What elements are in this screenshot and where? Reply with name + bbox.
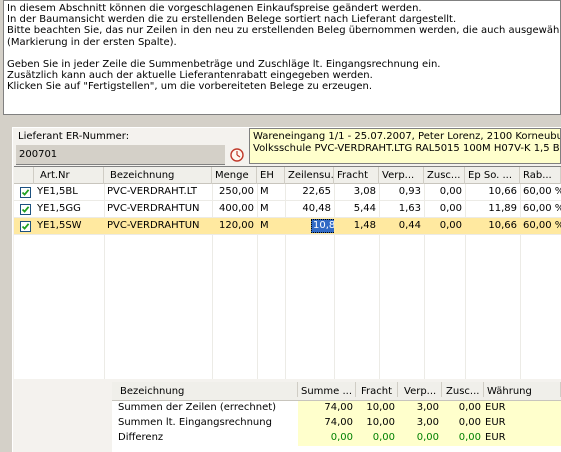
clock-icon[interactable] <box>229 147 245 163</box>
summary-verp: 0,00 <box>398 431 442 446</box>
summary-fracht: 0,00 <box>356 431 398 446</box>
header-bezeichnung[interactable]: Bezeichnung <box>104 167 212 184</box>
cell-verp[interactable]: 0,44 <box>379 218 424 235</box>
receipt-description: Wareneingang 1/1 - 25.07.2007, Peter Lor… <box>249 128 561 164</box>
cell-menge[interactable]: 250,00 <box>212 184 257 201</box>
cell-fracht[interactable]: 5,44 <box>334 201 379 218</box>
cell-rab[interactable]: 60,00 % <box>520 184 561 201</box>
items-grid: Art.Nr Bezeichnung Menge EH Zeilensu... … <box>14 166 561 379</box>
cell-art-nr[interactable]: YE1,5BL <box>34 184 104 201</box>
cell-zusc[interactable]: 0,00 <box>424 184 465 201</box>
header-zusc[interactable]: Zusc... <box>424 167 465 184</box>
header-verp[interactable]: Verp... <box>379 167 424 184</box>
summary-header-waehrung[interactable]: Währung <box>484 382 561 397</box>
header-zeilensumme[interactable]: Zeilensu... <box>285 167 334 184</box>
summary-zusc: 0,00 <box>442 401 484 416</box>
supplier-invoice-number-field[interactable]: 200701 <box>16 145 225 165</box>
header-menge[interactable]: Menge <box>212 167 257 184</box>
zeilensumme-edit-input[interactable]: 10,87 <box>311 219 334 233</box>
header-fracht[interactable]: Fracht <box>334 167 379 184</box>
summary-label: Summen lt. Eingangsrechnung <box>118 417 272 428</box>
cell-eh[interactable]: M <box>257 184 285 201</box>
summary-header-zusc[interactable]: Zusc... <box>442 382 484 397</box>
summary-label: Summen der Zeilen (errechnet) <box>118 402 277 413</box>
grid-header: Art.Nr Bezeichnung Menge EH Zeilensu... … <box>14 167 561 184</box>
cell-zeilensumme-editor[interactable]: 10,87 <box>285 218 334 235</box>
cell-bezeichnung[interactable]: PVC-VERDRAHTUN <box>104 218 212 235</box>
cell-zusc[interactable]: 0,00 <box>424 201 465 218</box>
instruction-line: Zusätzlich kann auch der aktuelle Liefer… <box>7 70 373 82</box>
summary-row-computed: Summen der Zeilen (errechnet) 74,00 10,0… <box>112 401 561 416</box>
table-row-selected[interactable]: YE1,5SW PVC-VERDRAHTUN 120,00 M 10,87 1,… <box>14 218 561 235</box>
summary-header-summe[interactable]: Summe ... <box>298 382 356 397</box>
cell-zusc[interactable]: 0,00 <box>424 218 465 235</box>
row-select-checkbox[interactable] <box>20 204 31 215</box>
description-line-2: Volksschule PVC-VERDRAHT.LTG RAL5015 100… <box>253 143 561 154</box>
table-row[interactable]: YE1,5GG PVC-VERDRAHTUN 400,00 M 40,48 5,… <box>14 201 561 218</box>
header-art-nr[interactable]: Art.Nr <box>34 167 104 184</box>
cell-bezeichnung[interactable]: PVC-VERDRAHT.LT <box>104 184 212 201</box>
cell-zeilensumme[interactable]: 22,65 <box>285 184 334 201</box>
summary-grid: Bezeichnung Summe ... Fracht Verp... Zus… <box>112 382 561 452</box>
cell-art-nr[interactable]: YE1,5SW <box>34 218 104 235</box>
instructions-panel: In diesem Abschnitt können die vorgeschl… <box>3 0 561 115</box>
instruction-line: Klicken Sie auf "Fertigstellen", um die … <box>7 81 372 93</box>
cell-fracht[interactable]: 3,08 <box>334 184 379 201</box>
cell-eh[interactable]: M <box>257 201 285 218</box>
instruction-line: (Markierung in der ersten Spalte). <box>7 36 177 48</box>
checkmark-icon <box>21 189 30 196</box>
summary-verp-input[interactable]: 3,00 <box>398 416 442 431</box>
summary-waehrung: EUR <box>484 431 561 446</box>
summary-header-verp[interactable]: Verp... <box>398 382 442 397</box>
header-ep-so[interactable]: Ep So. ... <box>465 167 520 184</box>
cell-ep-so[interactable]: 10,66 <box>465 218 520 235</box>
summary-summe: 74,00 <box>298 401 356 416</box>
row-select-checkbox[interactable] <box>20 221 31 232</box>
header-eh[interactable]: EH <box>257 167 285 184</box>
checkmark-icon <box>21 223 30 230</box>
summary-zusc-input[interactable]: 0,00 <box>442 416 484 431</box>
summary-header-bezeichnung[interactable]: Bezeichnung <box>112 382 298 397</box>
cell-menge[interactable]: 400,00 <box>212 201 257 218</box>
cell-rab[interactable]: 60,00 % <box>520 201 561 218</box>
table-row[interactable]: YE1,5BL PVC-VERDRAHT.LT 250,00 M 22,65 3… <box>14 184 561 201</box>
summary-row-invoice: Summen lt. Eingangsrechnung 74,00 10,00 … <box>112 416 561 431</box>
cell-verp[interactable]: 0,93 <box>379 184 424 201</box>
summary-zusc: 0,00 <box>442 431 484 446</box>
summary-label: Differenz <box>118 432 164 443</box>
cell-rab[interactable]: 60,00 % <box>520 218 561 235</box>
summary-verp: 3,00 <box>398 401 442 416</box>
supplier-label: Lieferant ER-Nummer: <box>18 131 130 142</box>
instruction-line: Bitte beachten Sie, das nur Zeilen in de… <box>7 25 561 37</box>
cell-zeilensumme[interactable]: 40,48 <box>285 201 334 218</box>
cell-fracht[interactable]: 1,48 <box>334 218 379 235</box>
cell-verp[interactable]: 1,63 <box>379 201 424 218</box>
cell-ep-so[interactable]: 11,89 <box>465 201 520 218</box>
row-select-checkbox[interactable] <box>20 187 31 198</box>
summary-header: Bezeichnung Summe ... Fracht Verp... Zus… <box>112 382 561 401</box>
description-line-1: Wareneingang 1/1 - 25.07.2007, Peter Lor… <box>253 131 561 142</box>
cell-art-nr[interactable]: YE1,5GG <box>34 201 104 218</box>
cell-eh[interactable]: M <box>257 218 285 235</box>
header-rab[interactable]: Rab... <box>520 167 561 184</box>
summary-waehrung: EUR <box>484 416 561 431</box>
summary-row-difference: Differenz 0,00 0,00 0,00 0,00 EUR <box>112 431 561 446</box>
cell-bezeichnung[interactable]: PVC-VERDRAHTUN <box>104 201 212 218</box>
summary-waehrung: EUR <box>484 401 561 416</box>
cell-menge[interactable]: 120,00 <box>212 218 257 235</box>
instruction-line: In diesem Abschnitt können die vorgeschl… <box>7 3 422 14</box>
cell-ep-so[interactable]: 10,66 <box>465 184 520 201</box>
instruction-line: In der Baumansicht werden die zu erstell… <box>7 14 457 26</box>
summary-fracht-input[interactable]: 10,00 <box>356 416 398 431</box>
summary-summe-input[interactable]: 74,00 <box>298 416 356 431</box>
summary-summe: 0,00 <box>298 431 356 446</box>
header-select[interactable] <box>14 167 34 184</box>
checkmark-icon <box>21 206 30 213</box>
instruction-line: Geben Sie in jeder Zeile die Summenbeträ… <box>7 58 441 70</box>
summary-header-fracht[interactable]: Fracht <box>356 382 398 397</box>
summary-fracht: 10,00 <box>356 401 398 416</box>
